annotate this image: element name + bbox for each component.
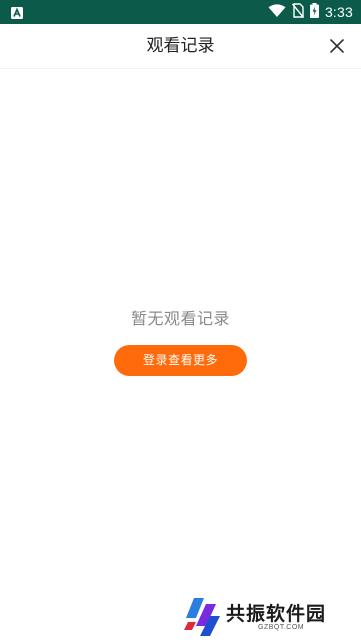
close-button[interactable] [321,30,353,62]
status-right: 3:33 [268,0,353,24]
close-icon [330,39,344,53]
status-bar: 3:33 [0,0,361,24]
watch-history-screen: 3:33 观看记录 暂无观看记录 登录查看更多 共振软件园 GZBQT.COM [0,0,361,643]
watermark-domain: GZBQT.COM [258,624,305,631]
page-title: 观看记录 [146,36,215,56]
watermark-brand: 共振软件园 [226,603,327,625]
brand-logo-icon [184,596,222,638]
wifi-icon [268,3,286,22]
login-view-more-button[interactable]: 登录查看更多 [114,345,247,376]
empty-state-message: 暂无观看记录 [130,309,230,328]
app-notification-icon [10,5,24,19]
no-sim-icon [291,2,304,22]
battery-charging-icon [309,2,319,22]
status-time: 3:33 [324,4,353,20]
watermark: 共振软件园 GZBQT.COM [184,596,354,640]
header: 观看记录 [0,24,361,69]
